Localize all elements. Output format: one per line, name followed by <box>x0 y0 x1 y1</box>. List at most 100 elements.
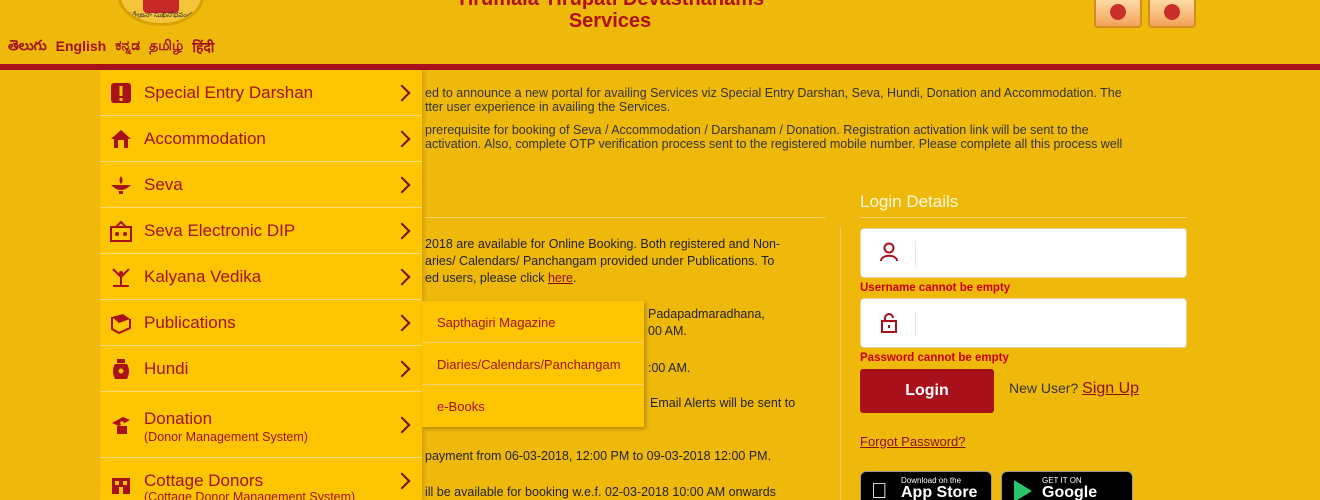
gift-box-icon <box>108 218 134 244</box>
content-1-line-2: aries/ Calendars/ Panchangam provided un… <box>425 254 775 268</box>
lamp-icon <box>108 172 134 198</box>
deity-image-left <box>1094 0 1142 28</box>
apple-icon:  <box>871 478 888 500</box>
menu-label: Seva <box>144 175 183 194</box>
lang-hindi[interactable]: हिंदी <box>192 38 214 57</box>
menu-item-accommodation[interactable]: Accommodation <box>100 116 422 162</box>
title-line-1: Tirumala Tirupati Devasthanams <box>456 0 764 10</box>
chevron-right-icon <box>393 84 411 102</box>
deity-images <box>1094 0 1200 30</box>
chevron-right-icon <box>393 130 411 148</box>
menu-label: Hundi <box>144 359 189 378</box>
content-2-line-1: Padapadmaradhana, <box>648 307 765 321</box>
menu-item-kalyana-vedika[interactable]: Kalyana Vedika <box>100 254 422 300</box>
google-play-badge[interactable]: GET IT ON Google Play <box>1001 471 1133 500</box>
announce-p1-l1: ed to announce a new portal for availing… <box>425 86 1122 100</box>
menu-label: Donation <box>144 409 213 428</box>
password-error: Password cannot be empty <box>860 352 1009 364</box>
playstore-big-text: Google Play <box>1042 484 1098 500</box>
menu-item-cottage-donors[interactable]: Cottage Donors (Cottage Donor Management… <box>100 458 422 500</box>
login-button[interactable]: Login <box>860 369 994 413</box>
submenu-label: Diaries/Calendars/Panchangam <box>437 357 621 372</box>
content-divider <box>425 217 825 218</box>
title-line-2: Services <box>568 10 652 32</box>
chevron-right-icon <box>393 472 411 490</box>
chevron-right-icon <box>393 360 411 378</box>
deity-image-right <box>1148 0 1196 28</box>
content-2-line-2: 00 AM. <box>648 324 687 338</box>
lang-telugu[interactable]: తెలుగు <box>8 38 47 57</box>
announce-p2-l2: activation. Also, complete OTP verificat… <box>425 137 1123 151</box>
site-header: సర్వేజనా సుఖినోభవంతు Tirumala Tirupati D… <box>0 0 1320 64</box>
appstore-big-text: App Store <box>901 484 978 500</box>
content-block-6: ill be available for booking w.e.f. 02-0… <box>425 485 776 499</box>
content-4-line-1: Email Alerts will be sent to <box>650 396 796 410</box>
new-user-prompt: New User? Sign Up <box>1009 380 1139 398</box>
content-block-1: 2018 are available for Online Booking. B… <box>425 236 825 287</box>
menu-label: Accommodation <box>144 129 266 148</box>
username-input[interactable] <box>923 237 1173 269</box>
submenu-item-sapthagiri-magazine[interactable]: Sapthagiri Magazine <box>422 301 644 343</box>
login-heading: Login Details <box>860 192 959 211</box>
menu-sublabel: (Donor Management System) <box>144 430 308 444</box>
chevron-right-icon <box>393 314 411 332</box>
menu-label: Seva Electronic DIP <box>144 221 296 240</box>
menu-item-special-entry-darshan[interactable]: Special Entry Darshan <box>100 70 422 116</box>
chevron-right-icon <box>393 268 411 286</box>
logo-text: సర్వేజనా సుఖినోభవంతు <box>127 11 195 19</box>
menu-item-publications[interactable]: Publications <box>100 300 422 346</box>
here-link[interactable]: here <box>548 271 573 285</box>
menu-label: Kalyana Vedika <box>144 267 262 286</box>
pot-icon <box>108 356 134 382</box>
chevron-right-icon <box>393 176 411 194</box>
exclamation-icon <box>108 80 134 106</box>
donation-icon <box>108 412 134 438</box>
submenu-item-ebooks[interactable]: e-Books <box>422 385 644 427</box>
content-1-line-3: ed users, please click <box>425 271 548 285</box>
password-input[interactable] <box>923 307 1173 339</box>
app-store-badge[interactable]:  Download on the App Store <box>860 471 992 500</box>
lang-english[interactable]: English <box>56 38 107 57</box>
username-error: Username cannot be empty <box>860 282 1011 294</box>
content-block-3: :00 AM. <box>648 361 691 375</box>
services-menu: Special Entry Darshan Accommodation Seva… <box>100 70 422 500</box>
menu-item-donation[interactable]: Donation (Donor Management System) <box>100 392 422 458</box>
menu-item-seva[interactable]: Seva <box>100 162 422 208</box>
chevron-right-icon <box>393 222 411 240</box>
ttd-logo[interactable]: సర్వేజనా సుఖినోభవంతు <box>118 0 204 26</box>
announce-p1-l2: tter user experience in availing the Ser… <box>425 100 671 114</box>
content-block-4: Email Alerts will be sent to <box>650 395 830 412</box>
username-field-wrapper <box>860 228 1187 278</box>
home-icon <box>108 126 134 152</box>
lang-tamil[interactable]: தமிழ் <box>149 38 183 57</box>
content-1-line-1: 2018 are available for Online Booking. B… <box>425 237 781 251</box>
lang-kannada[interactable]: ಕನ್ನಡ <box>115 38 140 57</box>
google-play-icon <box>1014 480 1032 500</box>
book-icon <box>108 310 134 336</box>
menu-label: Cottage Donors <box>144 471 264 490</box>
submenu-label: e-Books <box>437 399 485 414</box>
user-icon <box>875 242 903 266</box>
new-user-text: New User? <box>1009 380 1079 396</box>
submenu-item-diaries-calendars[interactable]: Diaries/Calendars/Panchangam <box>422 343 644 385</box>
password-divider <box>915 311 916 337</box>
username-divider <box>915 241 916 267</box>
announce-p2-l1: prerequisite for booking of Seva / Accom… <box>425 123 1089 137</box>
lock-icon <box>875 312 903 336</box>
menu-item-seva-electronic-dip[interactable]: Seva Electronic DIP <box>100 208 422 254</box>
content-block-2: Padapadmaradhana, 00 AM. <box>648 306 828 340</box>
submenu-label: Sapthagiri Magazine <box>437 315 556 330</box>
menu-label: Publications <box>144 313 236 332</box>
language-selector: తెలుగు English ಕನ್ನಡ தமிழ் हिंदी <box>8 38 214 57</box>
password-field-wrapper <box>860 298 1187 348</box>
cottage-icon <box>108 472 134 498</box>
wedding-icon <box>108 264 134 290</box>
content-1-period: . <box>573 271 577 285</box>
forgot-password-link[interactable]: Forgot Password? <box>860 434 966 449</box>
page-title: Tirumala Tirupati Devasthanams Services <box>420 0 800 32</box>
menu-item-hundi[interactable]: Hundi <box>100 346 422 392</box>
menu-sublabel: (Cottage Donor Management System) <box>144 490 356 500</box>
sign-up-link[interactable]: Sign Up <box>1082 380 1139 397</box>
chevron-right-icon <box>393 416 411 434</box>
menu-label: Special Entry Darshan <box>144 83 314 102</box>
